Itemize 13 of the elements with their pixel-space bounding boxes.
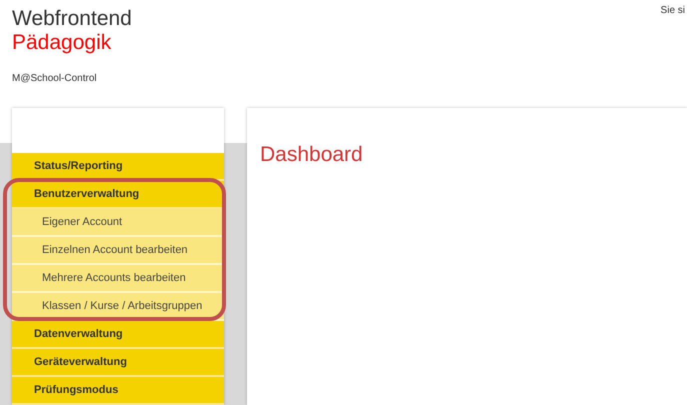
product-name: M@School-Control	[12, 73, 98, 84]
user-note: Sie si	[660, 4, 685, 18]
submenu-item[interactable]: Mehrere Accounts bearbeiten	[12, 265, 224, 293]
menu-item[interactable]: Status/Reporting	[12, 153, 224, 181]
menu-item[interactable]: Prüfungsmodus	[12, 377, 224, 405]
menu-item[interactable]: Datenverwaltung	[12, 321, 224, 349]
app-subtitle: Pädagogik	[12, 31, 112, 55]
submenu-item[interactable]: Einzelnen Account bearbeiten	[12, 237, 224, 265]
menu-item[interactable]: Benutzerverwaltung	[12, 181, 224, 209]
submenu-item[interactable]: Eigener Account	[12, 209, 224, 237]
page-heading: Dashboard	[260, 143, 364, 167]
app-title: Webfrontend	[12, 7, 132, 31]
menu-item[interactable]: Geräteverwaltung	[12, 349, 224, 377]
